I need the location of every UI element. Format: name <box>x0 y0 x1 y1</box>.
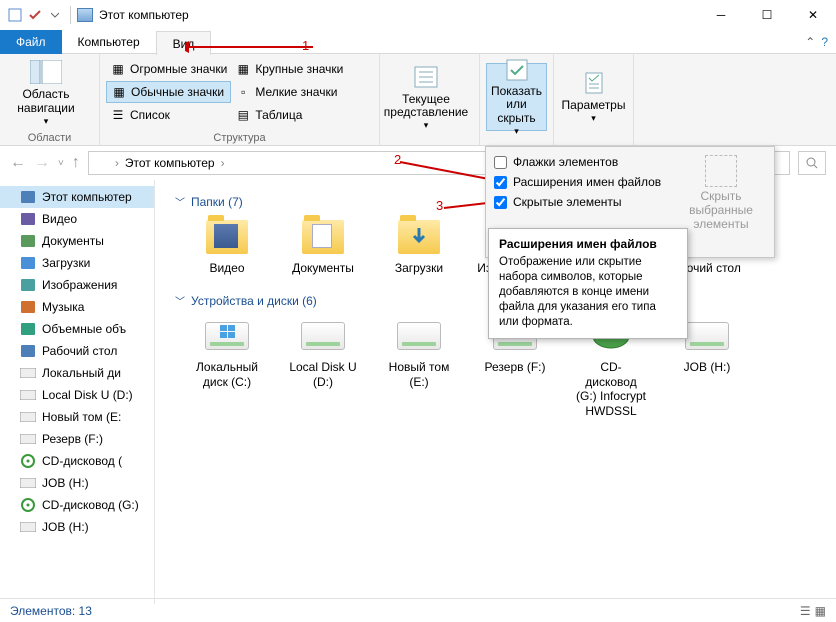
opt-file-extensions[interactable]: Расширения имен файлов <box>494 175 676 189</box>
tab-view[interactable]: Вид <box>156 31 212 55</box>
ribbon-tabs: Файл Компьютер Вид ⌃ ? <box>0 30 836 54</box>
tree-item[interactable]: Local Disk U (D:) <box>0 384 154 406</box>
drive-icon <box>301 316 345 356</box>
folder-icon <box>301 217 345 257</box>
titlebar: Этот компьютер ─ ☐ ✕ <box>0 0 836 30</box>
view-large[interactable]: ▦Крупные значки <box>231 58 347 80</box>
nav-pane-button[interactable]: Область навигации ▾ <box>6 58 86 126</box>
tree-item[interactable]: Резерв (F:) <box>0 428 154 450</box>
drive-icon <box>685 316 729 356</box>
nav-tree[interactable]: Этот компьютерВидеоДокументыЗагрузкиИзоб… <box>0 180 155 604</box>
drive-item[interactable]: Новый том (E:) <box>383 316 455 418</box>
icons-view-icon[interactable]: ▦ <box>815 604 826 618</box>
doc-icon <box>20 234 36 248</box>
folder-item[interactable]: Видео <box>191 217 263 275</box>
forward-button[interactable]: → <box>34 154 50 172</box>
status-count: Элементов: 13 <box>10 604 92 618</box>
view-list[interactable]: ☰Список <box>106 104 231 126</box>
minimize-button[interactable]: ─ <box>698 0 744 30</box>
pc-icon <box>77 8 93 22</box>
folder-item[interactable]: Документы <box>287 217 359 275</box>
drive-item[interactable]: Локальный диск (C:) <box>191 316 263 418</box>
drive-item[interactable]: Local Disk U (D:) <box>287 316 359 418</box>
view-huge[interactable]: ▦Огромные значки <box>106 58 231 80</box>
drive-icon <box>20 520 36 534</box>
drive-icon <box>205 316 249 356</box>
qat-properties-icon[interactable] <box>6 6 24 24</box>
folder-item[interactable]: Загрузки <box>383 217 455 275</box>
cd-icon <box>20 498 36 512</box>
down-icon <box>20 256 36 270</box>
annotation-1: 1 <box>302 38 309 53</box>
video-icon <box>20 212 36 226</box>
tree-item[interactable]: Объемные объ <box>0 318 154 340</box>
pc-icon <box>20 190 36 204</box>
history-dropdown-icon[interactable]: ˅ <box>58 158 64 169</box>
tree-item[interactable]: JOB (H:) <box>0 516 154 538</box>
music-icon <box>20 300 36 314</box>
view-table[interactable]: ▤Таблица <box>231 104 347 126</box>
tree-item[interactable]: Новый том (E: <box>0 406 154 428</box>
tooltip: Расширения имен файлов Отображение или с… <box>488 228 688 339</box>
pc-icon <box>95 157 109 169</box>
tree-item[interactable]: JOB (H:) <box>0 472 154 494</box>
tree-item[interactable]: Этот компьютер <box>0 186 154 208</box>
tree-item[interactable]: Рабочий стол <box>0 340 154 362</box>
tree-item[interactable]: CD-дисковод (G:) <box>0 494 154 516</box>
drive-icon <box>20 366 36 380</box>
up-button[interactable]: ↑ <box>72 154 80 172</box>
drive-icon <box>20 432 36 446</box>
drive-icon <box>20 388 36 402</box>
show-hide-button[interactable]: Показать или скрыть ▾ <box>486 63 547 131</box>
tree-item[interactable]: Музыка <box>0 296 154 318</box>
search-box[interactable] <box>798 151 826 175</box>
drive-icon <box>20 476 36 490</box>
tree-item[interactable]: Загрузки <box>0 252 154 274</box>
view-small[interactable]: ▫Мелкие значки <box>231 81 347 103</box>
tree-item[interactable]: Локальный ди <box>0 362 154 384</box>
opt-item-flags[interactable]: Флажки элементов <box>494 155 676 169</box>
maximize-button[interactable]: ☐ <box>744 0 790 30</box>
tree-item[interactable]: Изображения <box>0 274 154 296</box>
img-icon <box>20 278 36 292</box>
tree-item[interactable]: Видео <box>0 208 154 230</box>
drive-icon <box>20 410 36 424</box>
back-button[interactable]: ← <box>10 154 26 172</box>
collapse-ribbon-icon[interactable]: ⌃ <box>805 35 815 49</box>
annotation-2: 2 <box>394 152 401 167</box>
current-view-button[interactable]: Текущее представление ▾ <box>386 63 466 131</box>
opt-hidden-items[interactable]: Скрытые элементы <box>494 195 676 209</box>
hide-selected-icon <box>705 155 737 187</box>
close-button[interactable]: ✕ <box>790 0 836 30</box>
desk-icon <box>20 344 36 358</box>
hide-selected-button: Скрыть выбранные элементы <box>676 155 766 231</box>
3d-icon <box>20 322 36 336</box>
folder-icon <box>397 217 441 257</box>
drive-icon <box>397 316 441 356</box>
qat-check-icon[interactable] <box>26 6 44 24</box>
details-view-icon[interactable]: ☰ <box>800 604 811 618</box>
tree-item[interactable]: CD-дисковод ( <box>0 450 154 472</box>
status-bar: Элементов: 13 ☰ ▦ <box>0 598 836 622</box>
annotation-3: 3 <box>436 198 443 213</box>
qat-dropdown-icon[interactable] <box>46 6 64 24</box>
tree-item[interactable]: Документы <box>0 230 154 252</box>
ribbon: Область навигации ▾ Области ▦Огромные зн… <box>0 54 836 146</box>
cd-icon <box>20 454 36 468</box>
tab-computer[interactable]: Компьютер <box>62 30 156 54</box>
window-title: Этот компьютер <box>99 8 189 22</box>
help-icon[interactable]: ? <box>821 35 828 49</box>
search-icon <box>806 157 818 169</box>
folder-icon <box>205 217 249 257</box>
params-button[interactable]: Параметры ▾ <box>560 63 627 131</box>
tab-file[interactable]: Файл <box>0 30 62 54</box>
view-normal[interactable]: ▦Обычные значки <box>106 81 231 103</box>
